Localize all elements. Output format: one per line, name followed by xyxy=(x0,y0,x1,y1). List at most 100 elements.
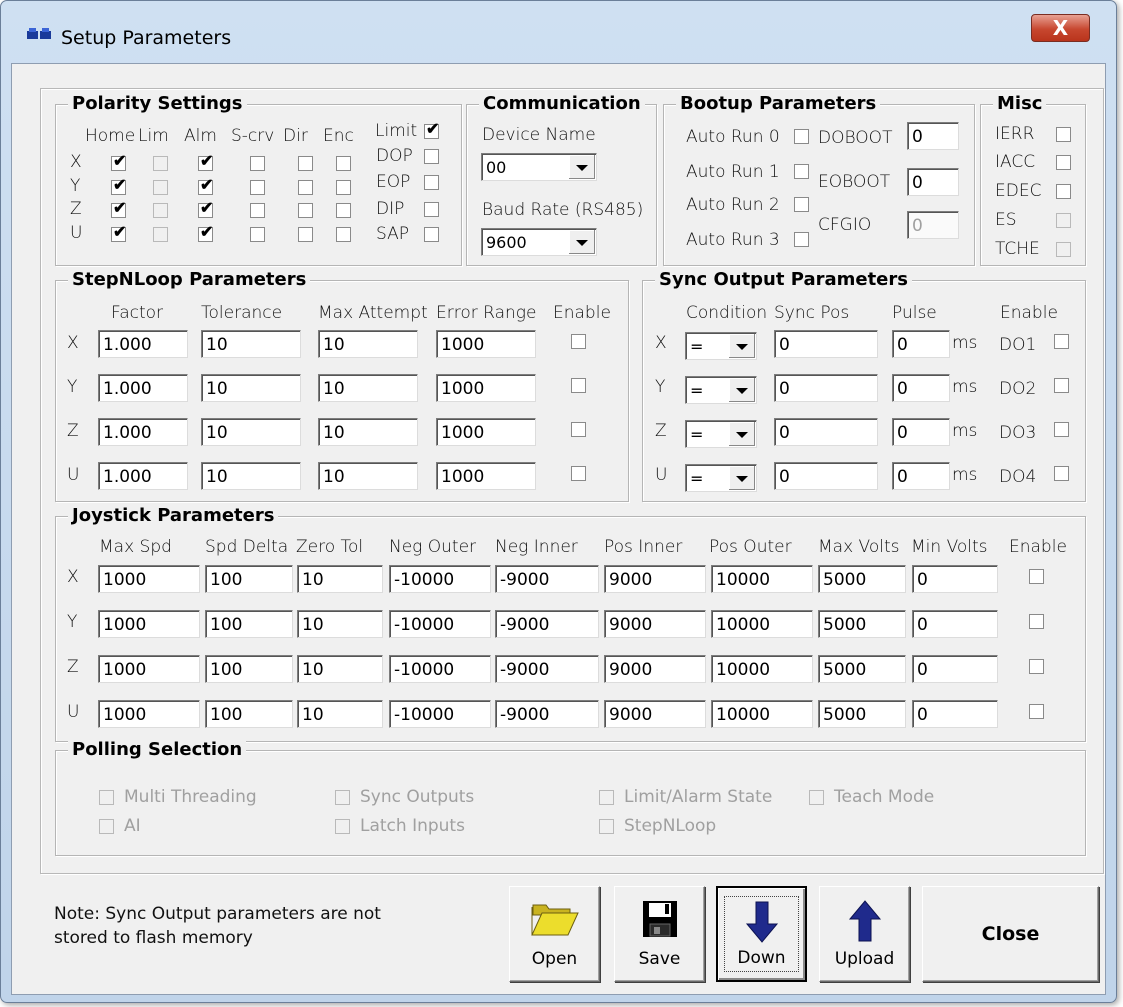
sync-u-enable-checkbox[interactable] xyxy=(1054,466,1069,481)
misc-iacc-checkbox[interactable] xyxy=(1056,155,1071,170)
stepnloop-u-enable-checkbox[interactable] xyxy=(571,466,586,481)
joystick-y-field-2[interactable]: 10 xyxy=(297,610,383,638)
polarity-x-alm-checkbox[interactable]: ✔ xyxy=(198,153,213,171)
joystick-x-field-2[interactable]: 10 xyxy=(297,565,383,593)
joystick-x-field-5[interactable]: 9000 xyxy=(604,565,706,593)
joystick-z-field-7[interactable]: 5000 xyxy=(818,655,906,683)
sync-x-pulse-field[interactable]: 0 xyxy=(892,330,950,358)
stepnloop-u-field-0[interactable]: 1.000 xyxy=(98,462,188,490)
misc-edec-checkbox[interactable] xyxy=(1056,184,1071,199)
joystick-x-field-8[interactable]: 0 xyxy=(912,565,998,593)
joystick-u-field-2[interactable]: 10 xyxy=(297,700,383,728)
sync-z-pos-field[interactable]: 0 xyxy=(774,418,878,446)
polarity-z-enc-checkbox[interactable] xyxy=(336,203,351,218)
polarity-eop-checkbox[interactable] xyxy=(424,175,439,190)
polarity-z-home-checkbox[interactable]: ✔ xyxy=(111,200,126,218)
chevron-down-icon[interactable] xyxy=(568,230,595,254)
polarity-y-home-checkbox[interactable]: ✔ xyxy=(111,177,126,195)
polarity-y-enc-checkbox[interactable] xyxy=(336,180,351,195)
polarity-u-home-checkbox[interactable]: ✔ xyxy=(111,224,126,242)
stepnloop-y-field-0[interactable]: 1.000 xyxy=(98,374,188,402)
down-button[interactable]: Down xyxy=(716,886,807,982)
joystick-x-field-1[interactable]: 100 xyxy=(205,565,293,593)
joystick-y-field-7[interactable]: 5000 xyxy=(818,610,906,638)
joystick-x-field-3[interactable]: -10000 xyxy=(389,565,491,593)
sync-x-enable-checkbox[interactable] xyxy=(1054,334,1069,349)
joystick-y-enable-checkbox[interactable] xyxy=(1029,614,1044,629)
chevron-down-icon[interactable] xyxy=(728,334,755,358)
joystick-z-field-1[interactable]: 100 xyxy=(205,655,293,683)
stepnloop-x-field-3[interactable]: 1000 xyxy=(436,330,536,358)
stepnloop-z-field-3[interactable]: 1000 xyxy=(436,418,536,446)
joystick-y-field-3[interactable]: -10000 xyxy=(389,610,491,638)
auto-run-1-checkbox[interactable] xyxy=(794,164,809,179)
stepnloop-u-field-1[interactable]: 10 xyxy=(201,462,301,490)
close-button[interactable]: Close xyxy=(922,886,1099,982)
stepnloop-x-field-1[interactable]: 10 xyxy=(201,330,301,358)
joystick-z-field-0[interactable]: 1000 xyxy=(98,655,200,683)
stepnloop-y-field-1[interactable]: 10 xyxy=(201,374,301,402)
polarity-limit-checkbox[interactable]: ✔ xyxy=(424,121,439,139)
stepnloop-z-field-2[interactable]: 10 xyxy=(318,418,418,446)
polarity-x-enc-checkbox[interactable] xyxy=(336,156,351,171)
polarity-u-alm-checkbox[interactable]: ✔ xyxy=(198,224,213,242)
stepnloop-y-enable-checkbox[interactable] xyxy=(571,378,586,393)
joystick-z-field-6[interactable]: 10000 xyxy=(711,655,813,683)
polarity-dop-checkbox[interactable] xyxy=(424,149,439,164)
sync-z-enable-checkbox[interactable] xyxy=(1054,422,1069,437)
joystick-y-field-4[interactable]: -9000 xyxy=(495,610,599,638)
sync-x-condition-select[interactable]: = xyxy=(685,332,757,360)
joystick-x-field-0[interactable]: 1000 xyxy=(98,565,200,593)
stepnloop-x-enable-checkbox[interactable] xyxy=(571,334,586,349)
polarity-dip-checkbox[interactable] xyxy=(424,202,439,217)
misc-ierr-checkbox[interactable] xyxy=(1056,127,1071,142)
joystick-u-field-4[interactable]: -9000 xyxy=(495,700,599,728)
sync-u-pulse-field[interactable]: 0 xyxy=(892,462,950,490)
stepnloop-y-field-2[interactable]: 10 xyxy=(318,374,418,402)
stepnloop-x-field-0[interactable]: 1.000 xyxy=(98,330,188,358)
joystick-z-field-2[interactable]: 10 xyxy=(297,655,383,683)
joystick-y-field-0[interactable]: 1000 xyxy=(98,610,200,638)
stepnloop-y-field-3[interactable]: 1000 xyxy=(436,374,536,402)
polarity-u-enc-checkbox[interactable] xyxy=(336,227,351,242)
joystick-x-field-4[interactable]: -9000 xyxy=(495,565,599,593)
polarity-x-s-crv-checkbox[interactable] xyxy=(250,156,265,171)
joystick-u-field-8[interactable]: 0 xyxy=(912,700,998,728)
polarity-sap-checkbox[interactable] xyxy=(424,227,439,242)
chevron-down-icon[interactable] xyxy=(568,155,595,179)
stepnloop-u-field-3[interactable]: 1000 xyxy=(436,462,536,490)
joystick-u-field-7[interactable]: 5000 xyxy=(818,700,906,728)
sync-y-condition-select[interactable]: = xyxy=(685,376,757,404)
window-close-button[interactable]: X xyxy=(1031,14,1090,42)
joystick-x-field-7[interactable]: 5000 xyxy=(818,565,906,593)
stepnloop-x-field-2[interactable]: 10 xyxy=(318,330,418,358)
polarity-z-alm-checkbox[interactable]: ✔ xyxy=(198,200,213,218)
joystick-u-field-3[interactable]: -10000 xyxy=(389,700,491,728)
chevron-down-icon[interactable] xyxy=(728,466,755,490)
polarity-x-home-checkbox[interactable]: ✔ xyxy=(111,153,126,171)
joystick-u-field-0[interactable]: 1000 xyxy=(98,700,200,728)
stepnloop-u-field-2[interactable]: 10 xyxy=(318,462,418,490)
joystick-u-field-1[interactable]: 100 xyxy=(205,700,293,728)
joystick-y-field-1[interactable]: 100 xyxy=(205,610,293,638)
stepnloop-z-field-1[interactable]: 10 xyxy=(201,418,301,446)
eoboot-field[interactable]: 0 xyxy=(907,168,959,196)
sync-y-enable-checkbox[interactable] xyxy=(1054,378,1069,393)
joystick-z-field-4[interactable]: -9000 xyxy=(495,655,599,683)
baud-rate-select[interactable]: 9600 xyxy=(481,228,597,256)
joystick-x-enable-checkbox[interactable] xyxy=(1029,569,1044,584)
open-button[interactable]: Open xyxy=(509,886,600,982)
joystick-y-field-6[interactable]: 10000 xyxy=(711,610,813,638)
sync-u-pos-field[interactable]: 0 xyxy=(774,462,878,490)
joystick-u-enable-checkbox[interactable] xyxy=(1029,704,1044,719)
chevron-down-icon[interactable] xyxy=(728,422,755,446)
polarity-u-dir-checkbox[interactable] xyxy=(298,227,313,242)
stepnloop-z-field-0[interactable]: 1.000 xyxy=(98,418,188,446)
polarity-z-s-crv-checkbox[interactable] xyxy=(250,203,265,218)
joystick-z-field-5[interactable]: 9000 xyxy=(604,655,706,683)
auto-run-3-checkbox[interactable] xyxy=(794,232,809,247)
sync-z-pulse-field[interactable]: 0 xyxy=(892,418,950,446)
joystick-z-field-3[interactable]: -10000 xyxy=(389,655,491,683)
save-button[interactable]: Save xyxy=(614,886,705,982)
title-bar[interactable]: Setup Parameters X xyxy=(1,1,1116,63)
